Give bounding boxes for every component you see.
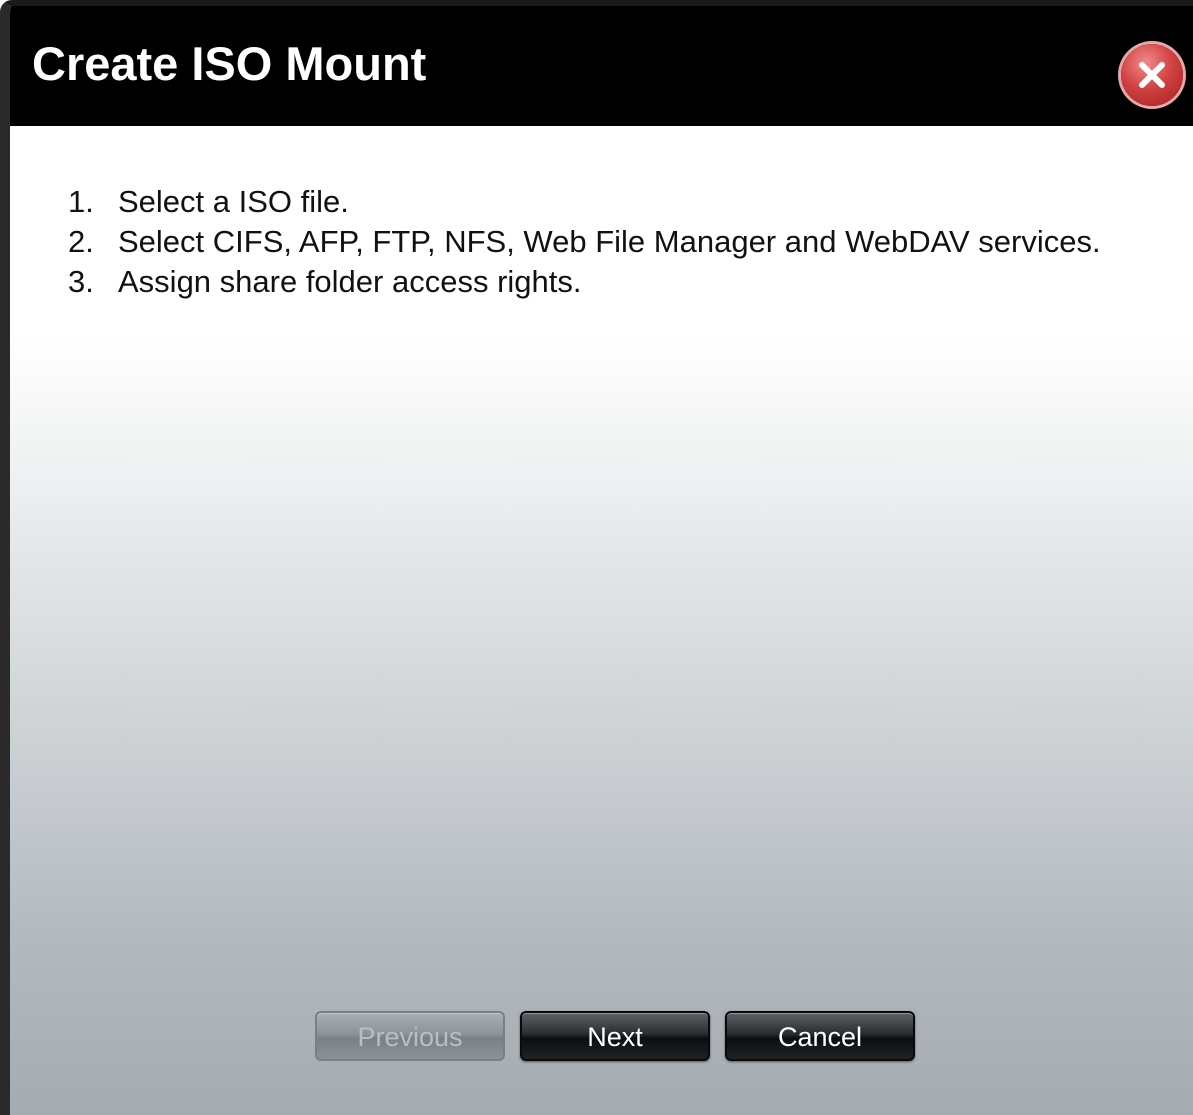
step-text: Select a ISO file. (118, 184, 349, 219)
cancel-button[interactable]: Cancel (725, 1011, 915, 1061)
create-iso-mount-dialog: Create ISO Mount 1. Select a ISO file. 2… (0, 0, 1193, 1115)
list-item: 3. Assign share folder access rights. (68, 262, 1118, 302)
close-icon (1139, 62, 1165, 88)
close-button[interactable] (1121, 44, 1183, 106)
step-text: Assign share folder access rights. (118, 264, 582, 299)
step-number: 3. (68, 264, 94, 299)
dialog-title: Create ISO Mount (32, 37, 427, 90)
list-item: 1. Select a ISO file. (68, 182, 1118, 222)
step-number: 1. (68, 184, 94, 219)
instruction-list: 1. Select a ISO file. 2. Select CIFS, AF… (68, 182, 1118, 302)
previous-button[interactable]: Previous (315, 1011, 505, 1061)
step-text: Select CIFS, AFP, FTP, NFS, Web File Man… (118, 224, 1101, 259)
title-bar: Create ISO Mount (10, 6, 1193, 126)
step-number: 2. (68, 224, 94, 259)
list-item: 2. Select CIFS, AFP, FTP, NFS, Web File … (68, 222, 1118, 262)
next-button[interactable]: Next (520, 1011, 710, 1061)
